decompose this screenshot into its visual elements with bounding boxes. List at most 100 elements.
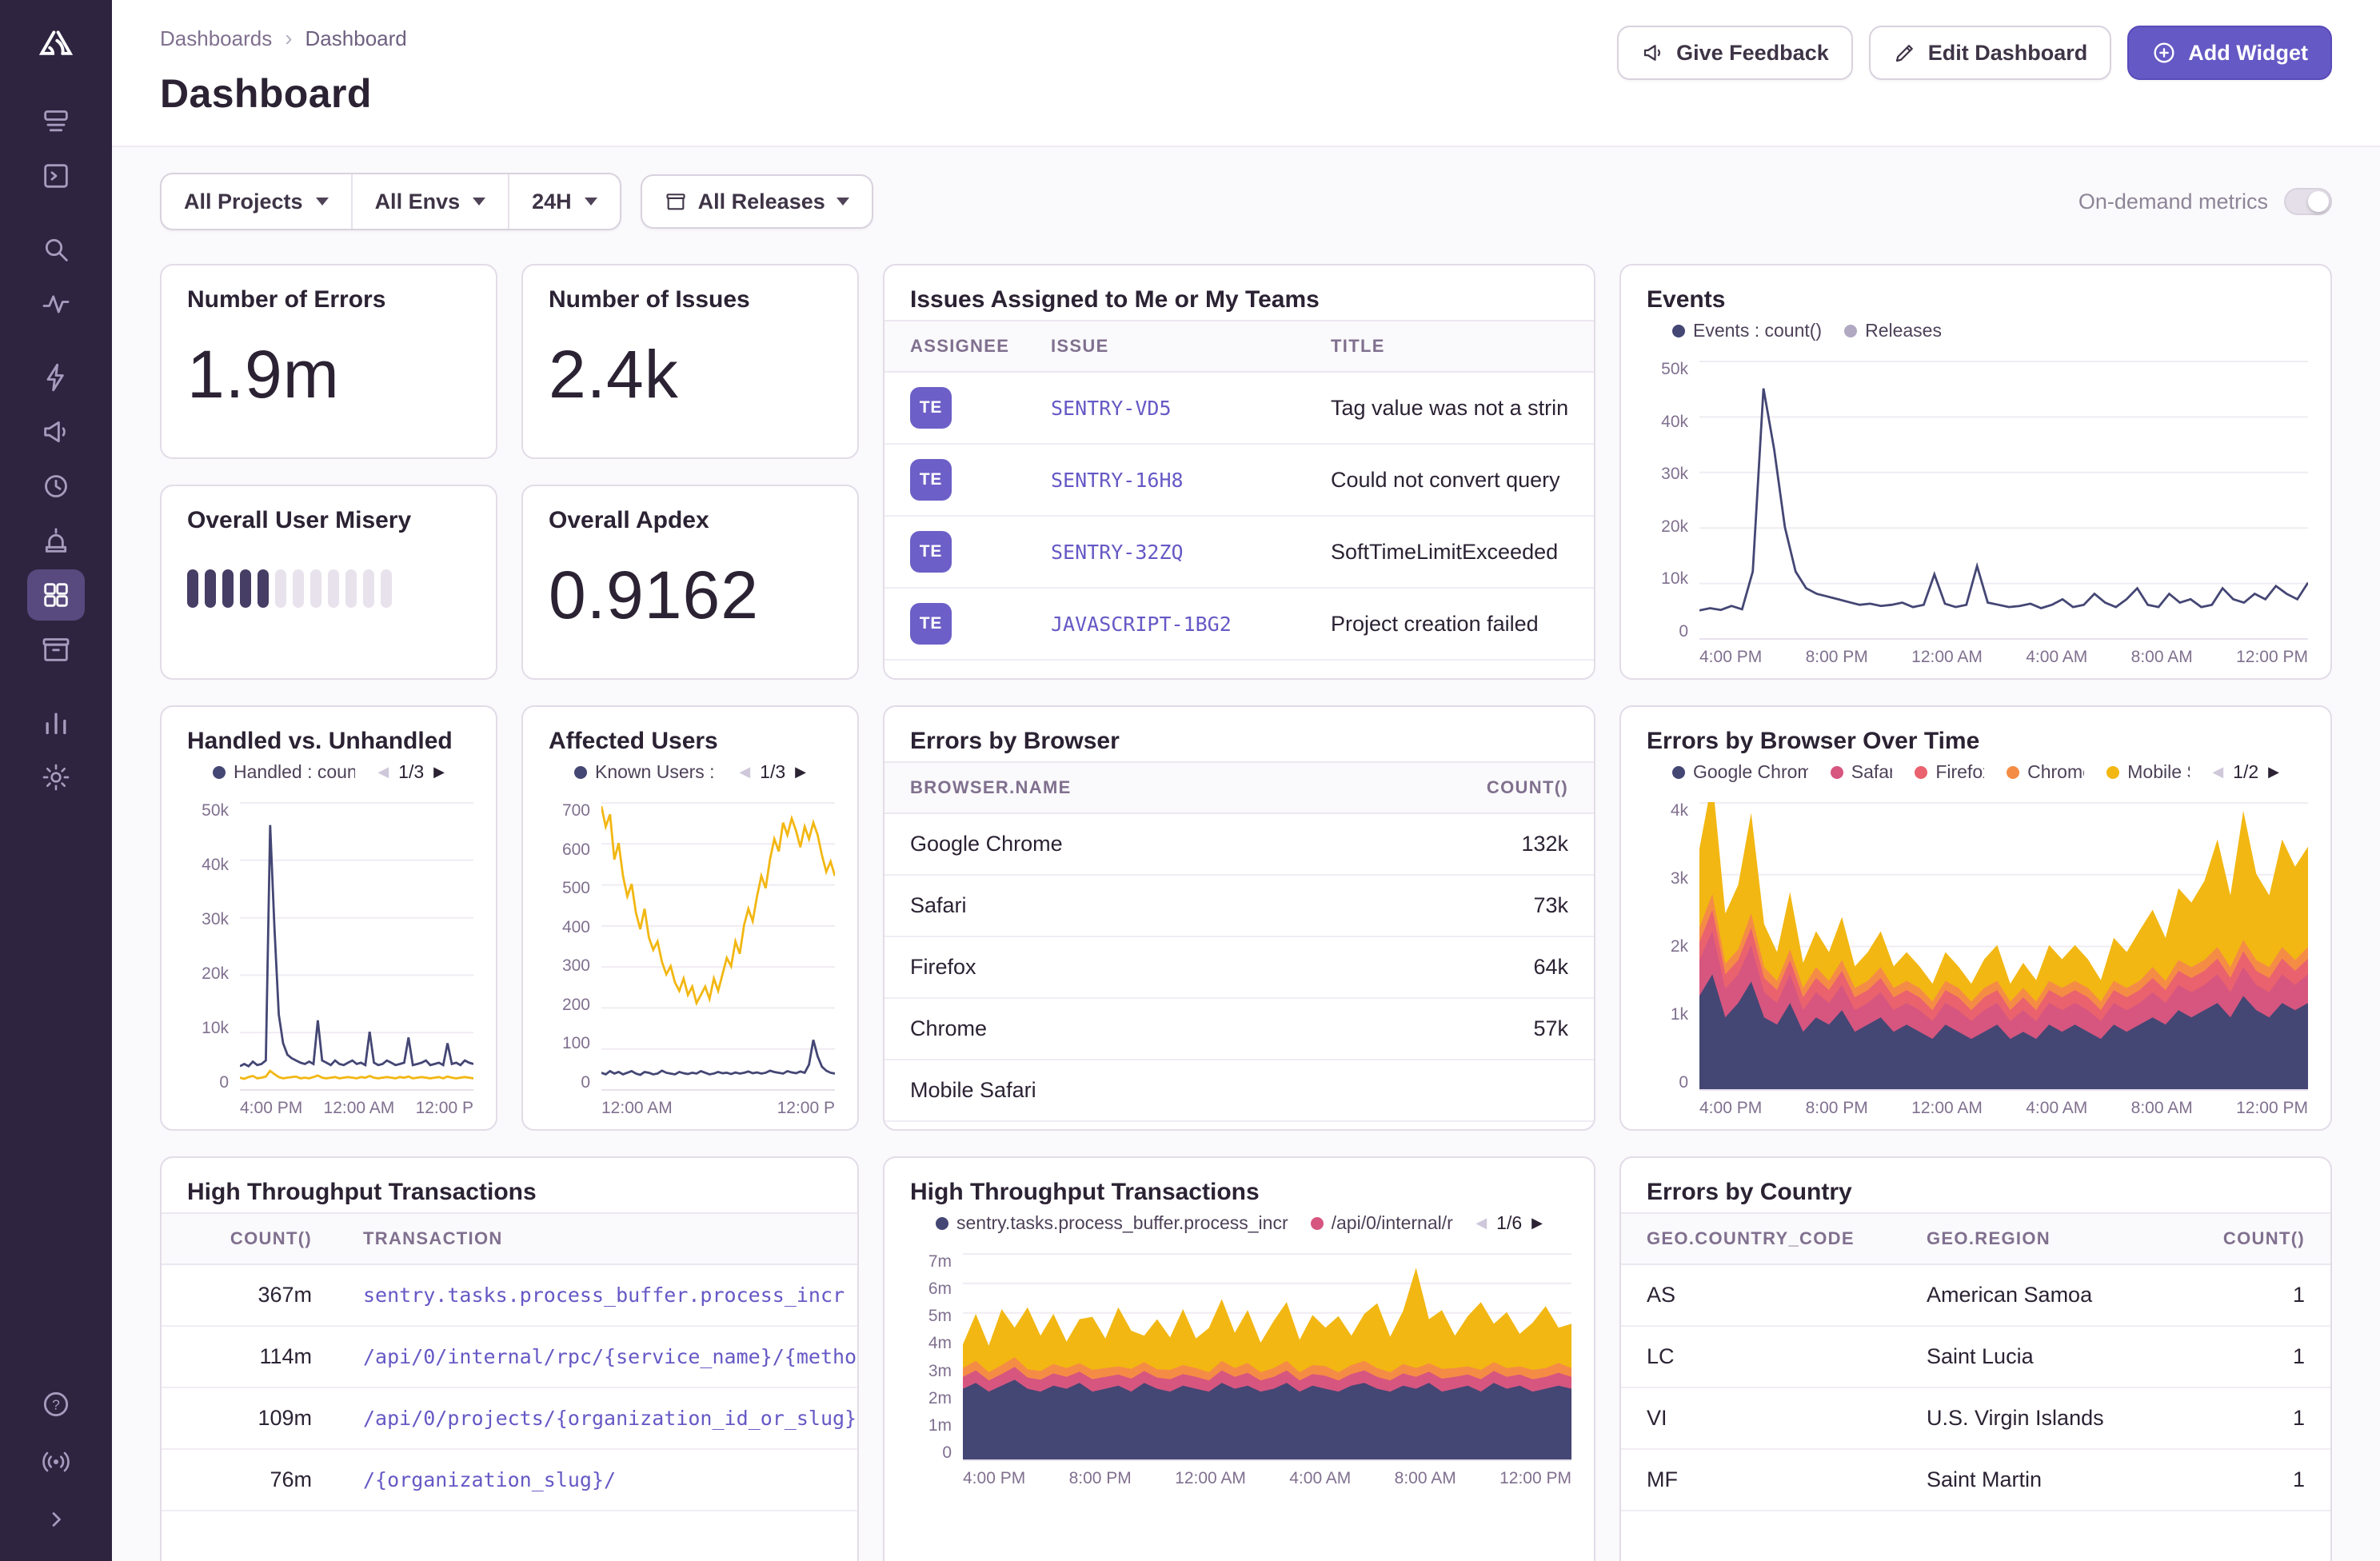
widget-number-of-errors[interactable]: Number of Errors 1.9m [160, 264, 497, 459]
sidebar-item-issues[interactable] [27, 96, 85, 147]
widget-high-throughput-transactions-chart[interactable]: High Throughput Transactions sentry.task… [883, 1156, 1595, 1561]
next-icon[interactable]: ▶ [433, 764, 445, 780]
sidebar-item-whats-new[interactable] [27, 1436, 85, 1487]
sentry-logo[interactable] [27, 19, 85, 70]
next-icon[interactable]: ▶ [2268, 764, 2279, 780]
environment-filter[interactable]: All Envs [350, 174, 509, 229]
project-filter[interactable]: All Projects [162, 174, 351, 229]
previous-icon[interactable]: ◀ [377, 764, 389, 780]
sidebar-collapse-toggle[interactable] [27, 1494, 85, 1545]
column-header-count[interactable]: COUNT() [1402, 761, 1594, 814]
widget-high-throughput-transactions-table[interactable]: High Throughput Transactions COUNT() TRA… [160, 1156, 859, 1561]
widget-overall-apdex[interactable]: Overall Apdex 0.9162 [521, 485, 859, 680]
y-tick-label: 3m [928, 1361, 952, 1380]
releases-filter[interactable]: All Releases [640, 174, 873, 229]
transaction-link[interactable]: sentry.tasks.process_buffer.process_incr [363, 1284, 845, 1307]
sidebar-item-discover[interactable] [27, 224, 85, 275]
previous-icon[interactable]: ◀ [739, 764, 750, 780]
table-row[interactable]: Chrome 57k [885, 998, 1594, 1060]
sidebar-item-projects[interactable] [27, 150, 85, 202]
y-tick-label: 6m [928, 1280, 952, 1299]
sidebar-item-releases[interactable] [27, 624, 85, 675]
country-count: 1 [2186, 1264, 2330, 1327]
table-row[interactable]: 367m sentry.tasks.process_buffer.process_… [162, 1264, 857, 1327]
table-row[interactable]: 109m/api/0/projects/{organization_id_or_… [162, 1387, 857, 1450]
table-row[interactable]: 76m /{organization_slug}/ [162, 1449, 857, 1511]
y-tick-label: 40k [1661, 412, 1688, 431]
widget-affected-users[interactable]: Affected Users Known Users : cour ◀1/3▶ … [521, 705, 859, 1131]
sidebar-item-user-feedback[interactable] [27, 406, 85, 457]
y-tick-label: 1m [928, 1415, 952, 1435]
sidebar-bottom-group: ? [27, 1379, 85, 1545]
plot-area [240, 802, 473, 1091]
previous-icon[interactable]: ◀ [1476, 1215, 1487, 1232]
column-header-title[interactable]: TITLE [1305, 320, 1594, 373]
column-header-country-code[interactable]: GEO.COUNTRY_CODE [1621, 1212, 1901, 1265]
column-header-region[interactable]: GEO.REGION [1901, 1212, 2186, 1265]
edit-dashboard-button[interactable]: Edit Dashboard [1868, 26, 2112, 80]
table-row[interactable]: Firefox 64k [885, 936, 1594, 999]
next-icon[interactable]: ▶ [795, 764, 806, 780]
sidebar-item-help[interactable]: ? [27, 1379, 85, 1430]
table-row[interactable]: VI U.S. Virgin Islands 1 [1621, 1387, 2330, 1450]
table-row[interactable]: AS American Samoa 1 [1621, 1264, 2330, 1327]
transaction-count: 114m [162, 1326, 337, 1388]
column-header-issue[interactable]: ISSUE [1025, 320, 1305, 373]
table-row[interactable]: Google Chrome 132k [885, 813, 1594, 876]
breadcrumb-dashboards[interactable]: Dashboards [160, 26, 272, 51]
widget-overall-user-misery[interactable]: Overall User Misery [160, 485, 497, 680]
header-left: Dashboards › Dashboard Dashboard [160, 26, 407, 117]
previous-icon[interactable]: ◀ [2212, 764, 2223, 780]
legend-pager[interactable]: ◀ 1/3 ▶ [377, 761, 445, 783]
legend-pager[interactable]: ◀ 1/3 ▶ [739, 761, 806, 783]
y-tick-label: 0 [1679, 621, 1688, 641]
sidebar-item-replays[interactable] [27, 461, 85, 512]
column-header-transaction[interactable]: TRANSACTION [337, 1212, 857, 1265]
widget-events[interactable]: Events Events : count() Releases 50k 40k 3… [1619, 264, 2332, 680]
transaction-link[interactable]: /{organization_slug}/ [363, 1468, 616, 1491]
sidebar-item-profiling[interactable] [27, 352, 85, 403]
legend-pager[interactable]: ◀ 1/6 ▶ [1476, 1212, 1543, 1234]
legend-pager[interactable]: ◀ 1/2 ▶ [2212, 761, 2279, 783]
widget-issues-assigned[interactable]: Issues Assigned to Me or My Teams ASSIGN… [883, 264, 1595, 680]
issue-row[interactable]: TE SENTRY-32ZQ SoftTimeLimitExceeded [885, 516, 1594, 589]
sidebar-item-stats[interactable] [27, 697, 85, 749]
add-widget-button[interactable]: Add Widget [2127, 26, 2332, 80]
widget-number-of-issues[interactable]: Number of Issues 2.4k [521, 264, 859, 459]
transaction-link[interactable]: /api/0/internal/rpc/{service_name}/{meth… [363, 1345, 857, 1368]
column-header-count[interactable]: COUNT() [2186, 1212, 2330, 1265]
widget-handled-vs-unhandled[interactable]: Handled vs. Unhandled Handled : count() … [160, 705, 497, 1131]
issue-row[interactable]: TE SENTRY-16H8 Could not convert query [885, 444, 1594, 517]
column-header-browser-name[interactable]: BROWSER.NAME [885, 761, 1402, 814]
widget-title: Issues Assigned to Me or My Teams [910, 286, 1320, 313]
browser-count: 132k [1402, 813, 1594, 876]
issue-link[interactable]: JAVASCRIPT-1BG2 [1051, 613, 1232, 636]
sidebar-item-crons[interactable] [27, 515, 85, 566]
transaction-link[interactable]: /api/0/projects/{organization_id_or_slug… [363, 1407, 857, 1430]
date-range-filter[interactable]: 24H [508, 174, 620, 229]
issue-link[interactable]: SENTRY-32ZQ [1051, 541, 1184, 564]
broadcast-icon [42, 1451, 70, 1472]
widget-errors-by-browser[interactable]: Errors by Browser BROWSER.NAME COUNT() G… [883, 705, 1595, 1131]
sidebar-item-settings[interactable] [27, 752, 85, 803]
chevron-down-icon [836, 198, 849, 206]
table-row[interactable]: MF Saint Martin 1 [1621, 1449, 2330, 1511]
column-header-count[interactable]: COUNT() [162, 1212, 337, 1265]
on-demand-toggle[interactable] [2284, 188, 2332, 215]
give-feedback-button[interactable]: Give Feedback [1617, 26, 1853, 80]
widget-errors-by-browser-over-time[interactable]: Errors by Browser Over Time Google Chrom… [1619, 705, 2332, 1131]
next-icon[interactable]: ▶ [1531, 1215, 1543, 1232]
column-header-assignee[interactable]: ASSIGNEE [885, 320, 1025, 373]
sidebar-item-performance[interactable] [27, 278, 85, 329]
table-row[interactable]: 114m/api/0/internal/rpc/{service_name}/{… [162, 1326, 857, 1388]
country-code: LC [1621, 1326, 1901, 1388]
table-row[interactable]: Mobile Safari [885, 1060, 1594, 1122]
table-row[interactable]: Safari 73k [885, 875, 1594, 937]
issue-link[interactable]: SENTRY-16H8 [1051, 469, 1184, 492]
issue-row[interactable]: TE SENTRY-VD5 Tag value was not a strin [885, 372, 1594, 445]
sidebar-item-dashboards[interactable] [27, 569, 85, 621]
issue-row[interactable]: TE JAVASCRIPT-1BG2 Project creation fail… [885, 588, 1594, 661]
table-row[interactable]: LC Saint Lucia 1 [1621, 1326, 2330, 1388]
issue-link[interactable]: SENTRY-VD5 [1051, 397, 1172, 420]
widget-errors-by-country[interactable]: Errors by Country GEO.COUNTRY_CODE GEO.R… [1619, 1156, 2332, 1561]
